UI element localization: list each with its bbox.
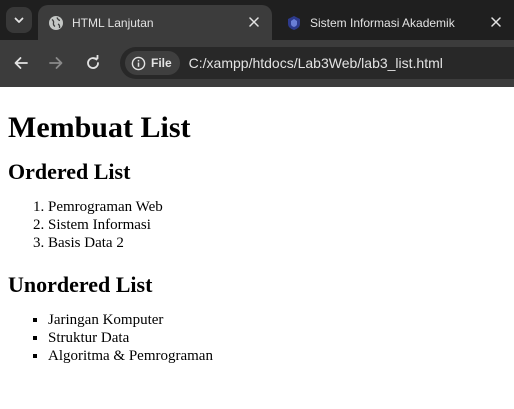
site-info-label: File <box>151 56 172 70</box>
url-text[interactable]: C:/xampp/htdocs/Lab3Web/lab3_list.html <box>189 55 443 71</box>
list-item: Pemrograman Web <box>48 198 506 216</box>
page-title: Membuat List <box>8 111 191 144</box>
forward-button[interactable] <box>45 52 67 74</box>
arrow-right-icon <box>49 57 63 69</box>
close-icon <box>249 17 259 27</box>
tab-search-button[interactable] <box>6 7 32 33</box>
address-bar[interactable]: File C:/xampp/htdocs/Lab3Web/lab3_list.h… <box>120 47 514 79</box>
back-button[interactable] <box>10 52 32 74</box>
crest-icon <box>286 15 302 31</box>
tab-html-lanjutan[interactable]: HTML Lanjutan <box>38 5 272 40</box>
tab-title: Sistem Informasi Akademik <box>310 15 455 30</box>
arrow-left-icon <box>14 57 28 69</box>
close-icon <box>491 17 501 27</box>
tab-sistem-informasi-akademik[interactable]: Sistem Informasi Akademik <box>278 5 514 40</box>
info-icon <box>131 56 146 70</box>
unordered-list-heading: Unordered List <box>8 272 153 297</box>
browser-toolbar: File C:/xampp/htdocs/Lab3Web/lab3_list.h… <box>0 40 514 87</box>
page-content: Membuat List Ordered List Pemrograman We… <box>0 111 514 365</box>
reload-icon <box>87 55 99 69</box>
close-tab-button[interactable] <box>488 14 504 30</box>
browser-chrome: HTML Lanjutan Sistem Informasi Akademik <box>0 0 514 87</box>
list-item: Struktur Data <box>48 329 506 347</box>
list-item: Jaringan Komputer <box>48 311 506 329</box>
ordered-list: Pemrograman Web Sistem Informasi Basis D… <box>8 198 506 252</box>
unordered-list: Jaringan Komputer Struktur Data Algoritm… <box>8 311 506 365</box>
chevron-down-icon <box>14 17 24 23</box>
list-item: Sistem Informasi <box>48 216 506 234</box>
close-tab-button[interactable] <box>246 14 262 30</box>
globe-icon <box>48 15 64 31</box>
site-info-chip[interactable]: File <box>125 51 180 75</box>
tab-title: HTML Lanjutan <box>72 15 154 30</box>
tab-strip: HTML Lanjutan Sistem Informasi Akademik <box>0 0 514 40</box>
reload-button[interactable] <box>82 52 104 74</box>
ordered-list-heading: Ordered List <box>8 159 131 184</box>
list-item: Algoritma & Pemrograman <box>48 347 506 365</box>
list-item: Basis Data 2 <box>48 234 506 252</box>
